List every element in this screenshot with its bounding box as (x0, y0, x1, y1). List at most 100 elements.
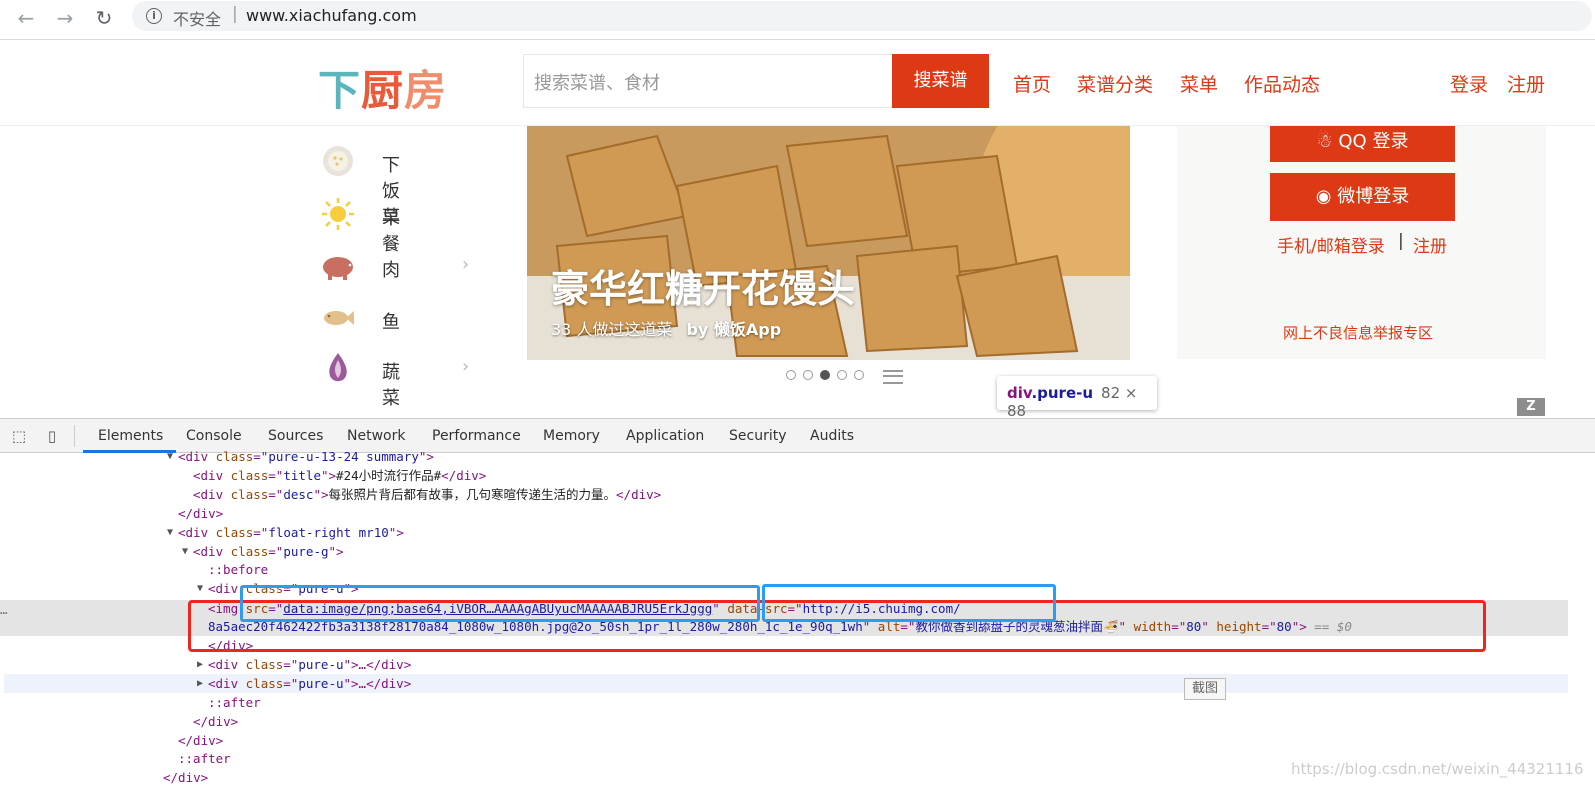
info-icon[interactable]: i (146, 8, 162, 24)
nav-works[interactable]: 作品动态 (1244, 70, 1320, 97)
tab-memory[interactable]: Memory (543, 428, 600, 444)
weibo-icon: ◉ (1315, 186, 1338, 207)
dom-tree-line[interactable]: ▶ <div class="pure-u">…</div> (197, 675, 411, 693)
device-toggle-icon[interactable]: ▯ (43, 427, 61, 445)
chevron-right-icon: › (462, 356, 470, 377)
hero-banner[interactable]: 豪华红糖开花馒头 33 人做过这道菜 by 懒饭App (527, 126, 1130, 360)
reload-icon[interactable]: ↻ (92, 6, 116, 30)
carousel-dot[interactable] (837, 370, 847, 380)
code-token: class (245, 656, 284, 672)
tab-network[interactable]: Network (347, 428, 405, 444)
hero-count: 33 人做过这道菜 (551, 320, 673, 339)
qq-login-button[interactable]: ☃ QQ 登录 (1270, 126, 1455, 162)
code-token: <div (208, 675, 246, 691)
dom-tree-line[interactable]: ::after (178, 750, 231, 768)
zoom-badge-icon[interactable]: Z (1517, 398, 1545, 416)
dom-tree-line[interactable]: ▶ <div class="pure-u">…</div> (197, 656, 412, 674)
tab-elements[interactable]: Elements (98, 428, 163, 444)
hero-author[interactable]: by 懒饭App (686, 320, 781, 339)
code-token: pure-u (298, 656, 344, 672)
carousel-dot-active[interactable] (820, 370, 830, 380)
qq-icon: ☃ (1316, 131, 1339, 152)
tab-console[interactable]: Console (186, 428, 242, 444)
code-token: class (230, 467, 269, 483)
category-label: 早餐 (382, 208, 400, 255)
logo-char-3: 房 (404, 66, 448, 115)
screenshot-button[interactable]: 截图 (1184, 678, 1226, 700)
watermark: https://blog.csdn.net/weixin_44321116 (1291, 760, 1584, 778)
dom-tree-line[interactable]: <div class="title">#24小时流行作品#</div> (193, 467, 486, 485)
nav-home[interactable]: 首页 (1013, 70, 1051, 97)
blue-highlight-box-data-src (762, 584, 1056, 622)
category-label: 蔬菜 (382, 362, 400, 409)
report-link[interactable]: 网上不良信息举报专区 (1283, 322, 1433, 343)
phone-login-link[interactable]: 手机/邮箱登录 (1277, 232, 1385, 257)
list-icon[interactable] (883, 370, 903, 384)
code-token: "> (320, 467, 337, 483)
code-token: </div> (441, 467, 487, 483)
tab-application[interactable]: Application (626, 428, 704, 444)
expand-triangle-icon[interactable]: ▶ (197, 656, 203, 674)
site-logo[interactable]: 下厨房 (318, 57, 447, 118)
more-icon[interactable]: … (0, 601, 8, 619)
tab-audits[interactable]: Audits (810, 428, 854, 444)
code-token: <div (178, 524, 216, 540)
code-token: #24小时流行作品# (336, 467, 442, 483)
code-token: class (230, 543, 269, 559)
register-link[interactable]: 注册 (1507, 70, 1545, 97)
dom-tree-line[interactable]: </div> (163, 769, 208, 787)
fish-icon (324, 311, 354, 325)
code-token: "> (388, 524, 404, 540)
dom-tree-line[interactable]: ▼ <div class="float-right mr10"> (167, 524, 404, 542)
nav-menus[interactable]: 菜单 (1180, 70, 1218, 97)
carousel-dot[interactable] (803, 370, 813, 380)
dom-tree-line[interactable]: </div> (178, 732, 223, 750)
logo-char-2: 厨 (361, 66, 405, 115)
code-token: <div (193, 543, 231, 559)
code-token: </div> (178, 505, 224, 521)
panel-register-link[interactable]: 注册 (1413, 232, 1447, 257)
dom-tree-line[interactable]: ▼ <div class="pure-g"> (182, 543, 344, 561)
code-token: <div (193, 467, 231, 483)
dom-tree-line[interactable]: </div> (193, 713, 238, 731)
tab-performance[interactable]: Performance (432, 428, 521, 444)
tab-security[interactable]: Security (729, 428, 787, 444)
carousel-dot[interactable] (854, 370, 864, 380)
blue-highlight-box-src (240, 585, 760, 622)
search-input[interactable]: 搜索菜谱、食材 (523, 54, 893, 108)
code-token: ">…</div> (343, 656, 412, 672)
code-token: <div (193, 486, 231, 502)
collapse-triangle-icon[interactable]: ▼ (197, 580, 203, 598)
nav-categories[interactable]: 菜谱分类 (1077, 70, 1153, 97)
back-arrow-icon[interactable]: ← (14, 6, 38, 30)
carousel-dot[interactable] (786, 370, 796, 380)
hero-title[interactable]: 豪华红糖开花馒头 (551, 258, 855, 313)
inspect-element-icon[interactable]: ⬚ (10, 427, 28, 445)
code-token: class (215, 524, 254, 540)
element-tooltip: div.pure-u 82 × 88 (997, 376, 1157, 420)
weibo-login-label: 微博登录 (1337, 186, 1410, 207)
dom-tree-line[interactable]: </div> (178, 505, 223, 523)
search-button[interactable]: 搜菜谱 (892, 54, 989, 108)
code-token: ::after (178, 751, 231, 767)
code-token: pure-g (283, 543, 329, 559)
dom-tree-line[interactable]: ▼ <div class="pure-u-13-24 summary"> (167, 448, 434, 466)
collapse-triangle-icon[interactable]: ▼ (167, 448, 173, 466)
code-token: </div> (193, 713, 239, 729)
code-token: class (215, 449, 254, 464)
url-text[interactable]: www.xiachufang.com (246, 6, 417, 25)
dom-tree-line[interactable]: ::before (208, 561, 268, 579)
expand-triangle-icon[interactable]: ▶ (197, 675, 203, 693)
dom-tree-line[interactable]: ::after (208, 694, 261, 712)
onion-icon (329, 353, 347, 382)
weibo-login-button[interactable]: ◉ 微博登录 (1270, 173, 1455, 221)
site-header: 下厨房 搜索菜谱、食材 搜菜谱 首页 菜谱分类 菜单 作品动态 登录 注册 (0, 40, 1595, 126)
code-token: float-right mr10 (268, 524, 389, 540)
collapse-triangle-icon[interactable]: ▼ (167, 524, 173, 542)
tab-sources[interactable]: Sources (268, 428, 323, 444)
address-bar[interactable]: i 不安全 | www.xiachufang.com (132, 1, 1592, 31)
dom-tree-line[interactable]: <div class="desc">每张照片背后都有故事，几句寒暄传递生活的力量… (193, 486, 661, 504)
login-link[interactable]: 登录 (1450, 70, 1488, 97)
collapse-triangle-icon[interactable]: ▼ (182, 543, 188, 561)
forward-arrow-icon[interactable]: → (53, 6, 77, 30)
